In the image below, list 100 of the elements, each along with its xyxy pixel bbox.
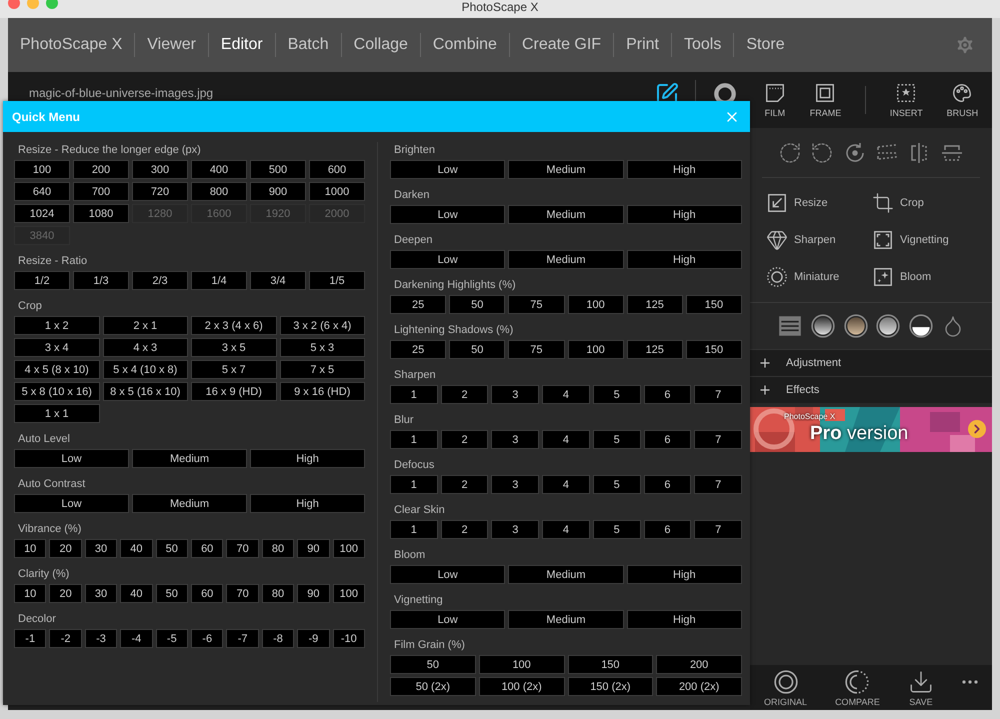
preset-button[interactable]: 60 (191, 539, 224, 558)
preset-button[interactable]: Medium (508, 610, 624, 629)
nav-tab[interactable]: PhotoScape X (8, 33, 134, 57)
preset-button[interactable]: 200 (73, 160, 129, 179)
preset-button[interactable]: 1 (390, 430, 438, 449)
preset-button[interactable]: 640 (14, 182, 70, 201)
tool-button[interactable]: Vignetting (872, 229, 978, 251)
preset-button[interactable]: 5 (592, 475, 641, 494)
preset-button[interactable]: 4 x 5 (8 x 10) (14, 360, 100, 379)
preset-button[interactable]: 2 (440, 475, 488, 494)
preset-button[interactable]: High (626, 250, 742, 269)
preset-button[interactable]: -3 (84, 629, 118, 648)
preset-button[interactable]: -10 (332, 629, 365, 648)
preset-button[interactable]: 70 (226, 584, 259, 603)
preset-button[interactable]: 50 (156, 539, 188, 558)
preset-button[interactable]: 7 (694, 475, 742, 494)
preset-button[interactable]: 5 (592, 520, 641, 539)
preset-button[interactable]: 10 (14, 539, 46, 558)
preset-button[interactable]: 75 (508, 340, 564, 359)
preset-button[interactable]: 3/4 (250, 271, 306, 290)
section-header[interactable]: Effects (750, 376, 992, 403)
preset-button[interactable]: 3 x 2 (6 x 4) (280, 316, 365, 335)
tool-button[interactable]: Resize (766, 192, 872, 214)
preset-button[interactable]: 40 (120, 584, 153, 603)
preset-button[interactable]: 200 (2x) (656, 677, 742, 696)
preset-button[interactable]: High (626, 610, 742, 629)
preset-button[interactable]: High (250, 449, 365, 468)
bottom-button[interactable]: COMPARE (835, 668, 880, 706)
preset-button[interactable]: Medium (508, 250, 624, 269)
tool-button[interactable]: Bloom (872, 266, 978, 288)
preset-button[interactable]: 50 (2x) (390, 677, 476, 696)
preset-button[interactable]: 9 x 16 (HD) (280, 382, 365, 401)
tool-button[interactable]: Miniature (766, 266, 872, 288)
panel-tab[interactable]: FILM (764, 82, 786, 118)
nav-tab[interactable]: Combine (420, 33, 509, 57)
preset-button[interactable]: 150 (686, 340, 742, 359)
preset-button[interactable]: High (250, 494, 365, 513)
preset-button[interactable]: 1 x 2 (14, 316, 100, 335)
preset-button[interactable]: 100 (568, 295, 624, 314)
tool-button[interactable]: Crop (872, 192, 978, 214)
preset-button[interactable]: 300 (132, 160, 188, 179)
preset-button[interactable]: 90 (297, 539, 330, 558)
filter-button[interactable] (842, 313, 869, 339)
preset-button[interactable]: 1/2 (14, 271, 70, 290)
preset-button[interactable]: 150 (2x) (568, 677, 654, 696)
preset-button[interactable]: 80 (262, 539, 294, 558)
preset-button[interactable]: 1 (390, 385, 438, 404)
preset-button[interactable]: 100 (2x) (478, 677, 564, 696)
preset-button[interactable]: -5 (156, 629, 188, 648)
nav-tab[interactable]: Print (613, 33, 671, 57)
preset-button[interactable]: Medium (132, 449, 247, 468)
preset-button[interactable]: 7 (694, 385, 742, 404)
preset-button[interactable]: 2 (440, 430, 488, 449)
preset-button[interactable]: 1/3 (73, 271, 129, 290)
preset-button[interactable]: Low (390, 205, 506, 224)
panel-tab[interactable]: INSERT (890, 82, 923, 118)
preset-button[interactable]: 125 (626, 295, 683, 314)
preset-button[interactable]: 900 (250, 182, 306, 201)
preset-button[interactable]: 20 (49, 539, 82, 558)
preset-button[interactable]: Low (390, 610, 506, 629)
filter-button[interactable] (908, 313, 934, 339)
preset-button[interactable]: 5 x 4 (10 x 8) (102, 360, 188, 379)
preset-button[interactable]: -1 (14, 629, 46, 648)
preset-button[interactable]: 2 x 3 (4 x 6) (191, 316, 276, 335)
preset-button[interactable]: 1 (390, 520, 438, 539)
preset-button[interactable]: 50 (449, 340, 506, 359)
tool-button[interactable]: Sharpen (766, 229, 872, 251)
preset-button[interactable]: 720 (132, 182, 188, 201)
preset-button[interactable]: 7 (694, 520, 742, 539)
nav-tab[interactable]: Batch (274, 33, 341, 57)
preset-button[interactable]: -6 (191, 629, 224, 648)
preset-button[interactable]: 400 (191, 160, 247, 179)
preset-button[interactable]: Low (390, 160, 506, 179)
panel-tab[interactable]: BRUSH (946, 82, 978, 118)
preset-button[interactable]: 4 (542, 475, 590, 494)
preset-button[interactable]: 90 (297, 584, 330, 603)
preset-button[interactable]: 3 (491, 520, 540, 539)
nav-tab[interactable]: Editor (208, 33, 275, 57)
preset-button[interactable]: 4 (542, 520, 590, 539)
preset-button[interactable]: 800 (191, 182, 247, 201)
preset-button[interactable]: 125 (626, 340, 683, 359)
nav-tab[interactable]: Create GIF (508, 33, 614, 57)
preset-button[interactable]: 1/5 (309, 271, 365, 290)
preset-button[interactable]: 3 x 5 (191, 338, 276, 357)
preset-button[interactable]: High (626, 160, 742, 179)
preset-button[interactable]: 25 (390, 340, 446, 359)
section-header[interactable]: Adjustment (750, 349, 992, 376)
preset-button[interactable]: 6 (644, 475, 692, 494)
preset-button[interactable]: 6 (644, 520, 692, 539)
preset-button[interactable]: Low (390, 250, 506, 269)
preset-button[interactable]: 100 (568, 340, 624, 359)
preset-button[interactable]: -2 (49, 629, 82, 648)
preset-button[interactable]: 3 (491, 475, 540, 494)
preset-button[interactable]: 4 x 3 (102, 338, 188, 357)
preset-button[interactable]: 100 (332, 539, 365, 558)
preset-button[interactable]: 4 (542, 430, 590, 449)
preset-button[interactable]: 1/4 (191, 271, 247, 290)
preset-button[interactable]: 4 (542, 385, 590, 404)
preset-button[interactable]: 50 (390, 655, 476, 674)
preset-button[interactable]: 80 (262, 584, 294, 603)
